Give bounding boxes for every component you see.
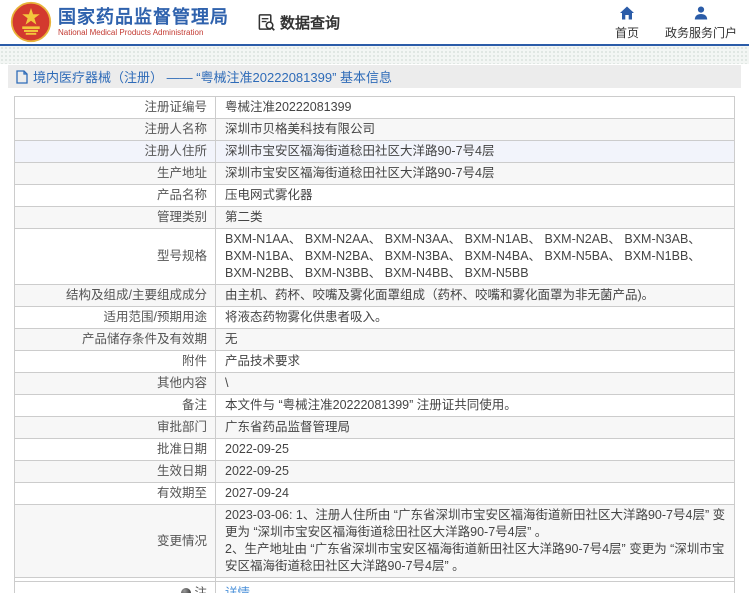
table-row-attachment: 附件 产品技术要求 bbox=[14, 350, 735, 373]
field-value: 广东省药品监督管理局 bbox=[215, 416, 735, 439]
agency-name-cn: 国家药品监督管理局 bbox=[58, 6, 229, 27]
field-value: 压电网式雾化器 bbox=[215, 184, 735, 207]
field-label: 变更情况 bbox=[14, 504, 216, 578]
field-label: 注 bbox=[194, 586, 207, 593]
home-icon bbox=[619, 6, 634, 20]
user-icon bbox=[694, 6, 708, 20]
field-label: 注册证编号 bbox=[14, 96, 216, 119]
field-value: BXM-N1AA、 BXM-N2AA、 BXM-N3AA、 BXM-N1AB、 … bbox=[215, 228, 735, 285]
field-label: 结构及组成/主要组成成分 bbox=[14, 284, 216, 307]
table-row-model-specs: 型号规格 BXM-N1AA、 BXM-N2AA、 BXM-N3AA、 BXM-N… bbox=[14, 228, 735, 285]
registration-info-table: 注册证编号 粤械注准20222081399 注册人名称 深圳市贝格美科技有限公司… bbox=[14, 96, 735, 593]
nav-item-label: 首页 bbox=[614, 26, 639, 40]
field-label: 附件 bbox=[14, 350, 216, 373]
field-label: 产品储存条件及有效期 bbox=[14, 328, 216, 351]
nav-item-label: 政务服务门户 bbox=[664, 26, 737, 40]
table-row-management-class: 管理类别 第二类 bbox=[14, 206, 735, 229]
page-title: 境内医疗器械（注册） —— “粤械注准20222081399” 基本信息 bbox=[33, 70, 393, 85]
field-value: 2027-09-24 bbox=[215, 482, 735, 505]
table-row-product-name: 产品名称 压电网式雾化器 bbox=[14, 184, 735, 207]
field-label: 注册人住所 bbox=[14, 140, 216, 163]
table-row-storage-validity: 产品储存条件及有效期 无 bbox=[14, 328, 735, 351]
field-value: 将液态药物雾化供患者吸入。 bbox=[215, 306, 735, 329]
field-value: 深圳市宝安区福海街道稔田社区大洋路90-7号4层 bbox=[215, 162, 735, 185]
field-label: 生产地址 bbox=[14, 162, 216, 185]
field-value: 2023-03-06: 1、注册人住所由 “广东省深圳市宝安区福海街道新田社区大… bbox=[215, 504, 735, 578]
table-row-cert-number: 注册证编号 粤械注准20222081399 bbox=[14, 96, 735, 119]
table-row-other-content: 其他内容 \ bbox=[14, 372, 735, 395]
field-label: 有效期至 bbox=[14, 482, 216, 505]
texture-divider bbox=[0, 46, 749, 64]
field-value: 产品技术要求 bbox=[215, 350, 735, 373]
field-label: 型号规格 bbox=[14, 228, 216, 285]
field-value: 无 bbox=[215, 328, 735, 351]
table-row-effective-date: 生效日期 2022-09-25 bbox=[14, 460, 735, 483]
field-value: 2022-09-25 bbox=[215, 460, 735, 483]
field-label: 管理类别 bbox=[14, 206, 216, 229]
field-label: 批准日期 bbox=[14, 438, 216, 461]
table-row-production-address: 生产地址 深圳市宝安区福海街道稔田社区大洋路90-7号4层 bbox=[14, 162, 735, 185]
table-row-structure-composition: 结构及组成/主要组成成分 由主机、药杯、咬嘴及雾化面罩组成（药杯、咬嘴和雾化面罩… bbox=[14, 284, 735, 307]
breadcrumb: 境内医疗器械（注册） —— “粤械注准20222081399” 基本信息 bbox=[8, 65, 741, 88]
field-label: 其他内容 bbox=[14, 372, 216, 395]
data-query-nav[interactable]: 数据查询 bbox=[257, 12, 340, 33]
table-row-intended-use: 适用范围/预期用途 将液态药物雾化供患者吸入。 bbox=[14, 306, 735, 329]
field-label: 审批部门 bbox=[14, 416, 216, 439]
table-row-registrant-name: 注册人名称 深圳市贝格美科技有限公司 bbox=[14, 118, 735, 141]
national-emblem-logo bbox=[10, 1, 52, 43]
field-label: 产品名称 bbox=[14, 184, 216, 207]
field-value: 深圳市贝格美科技有限公司 bbox=[215, 118, 735, 141]
field-label: 注册人名称 bbox=[14, 118, 216, 141]
agency-title-block: 国家药品监督管理局 National Medical Products Admi… bbox=[58, 7, 229, 38]
nav-item-home[interactable]: 首页 bbox=[615, 5, 639, 41]
field-value: 由主机、药杯、咬嘴及雾化面罩组成（药杯、咬嘴和雾化面罩为非无菌产品)。 bbox=[215, 284, 735, 307]
field-value: 粤械注准20222081399 bbox=[215, 96, 735, 119]
site-header: 国家药品监督管理局 National Medical Products Admi… bbox=[0, 0, 749, 46]
table-row-approval-department: 审批部门 广东省药品监督管理局 bbox=[14, 416, 735, 439]
document-icon bbox=[16, 69, 28, 84]
table-row-registrant-address: 注册人住所 深圳市宝安区福海街道稔田社区大洋路90-7号4层 bbox=[14, 140, 735, 163]
field-label: 生效日期 bbox=[14, 460, 216, 483]
field-value: \ bbox=[215, 372, 735, 395]
field-value: 第二类 bbox=[215, 206, 735, 229]
table-row-expiry-date: 有效期至 2027-09-24 bbox=[14, 482, 735, 505]
field-value: 2022-09-25 bbox=[215, 438, 735, 461]
table-row-note: 注 详情 bbox=[14, 581, 735, 593]
field-value: 深圳市宝安区福海街道稔田社区大洋路90-7号4层 bbox=[215, 140, 735, 163]
bulb-icon bbox=[181, 588, 192, 593]
field-label: 适用范围/预期用途 bbox=[14, 306, 216, 329]
header-nav: 首页 政务服务门户 bbox=[615, 5, 737, 41]
table-row-remarks: 备注 本文件与 “粤械注准20222081399” 注册证共同使用。 bbox=[14, 394, 735, 417]
table-row-approval-date: 批准日期 2022-09-25 bbox=[14, 438, 735, 461]
field-value: 本文件与 “粤械注准20222081399” 注册证共同使用。 bbox=[215, 394, 735, 417]
table-row-change-history: 变更情况 2023-03-06: 1、注册人住所由 “广东省深圳市宝安区福海街道… bbox=[14, 504, 735, 578]
data-query-label: 数据查询 bbox=[280, 14, 341, 32]
field-label: 备注 bbox=[14, 394, 216, 417]
nav-item-portal[interactable]: 政务服务门户 bbox=[665, 5, 737, 41]
agency-name-en: National Medical Products Administration bbox=[58, 27, 204, 37]
details-link[interactable]: 详情 bbox=[225, 586, 250, 593]
doc-search-icon bbox=[258, 13, 275, 31]
